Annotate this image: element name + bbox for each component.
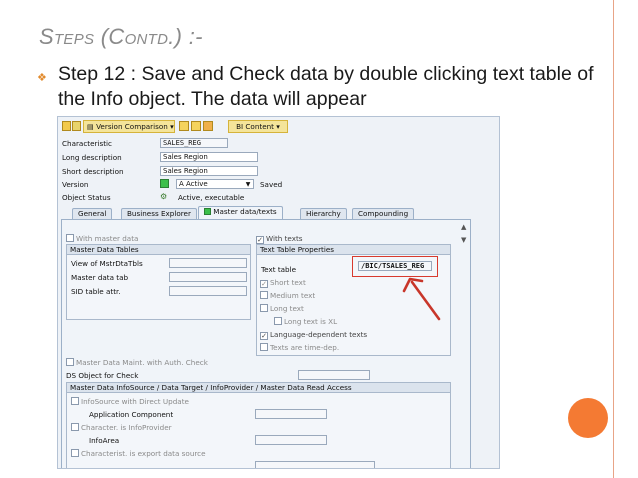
decorative-orange-circle: [568, 398, 608, 438]
tab-general[interactable]: General: [72, 208, 113, 219]
sid-table-attr-label: SID table attr.: [71, 287, 121, 296]
infoarea-label: InfoArea: [89, 436, 120, 445]
tab-compounding[interactable]: Compounding: [352, 208, 415, 219]
char-export-checkbox[interactable]: Characterist. is export data source: [71, 449, 206, 458]
infosource-direct-checkbox[interactable]: InfoSource with Direct Update: [71, 397, 189, 406]
characteristic-field[interactable]: SALES_REG: [160, 138, 228, 148]
master-data-tab-field[interactable]: [169, 272, 247, 282]
long-description-field[interactable]: Sales Region: [160, 152, 258, 162]
view-mstrdtatbls-field[interactable]: [169, 258, 247, 268]
version-select[interactable]: A Active ▼: [176, 179, 254, 189]
bullet-text: Step 12 : Save and Check data by double …: [58, 63, 594, 110]
master-data-tab-label: Master data tab: [71, 273, 129, 282]
long-text-xl-checkbox[interactable]: Long text is XL: [274, 317, 337, 326]
chevron-down-icon: ▼: [245, 181, 251, 188]
red-pointer-arrow: [402, 277, 441, 321]
application-component-label: Application Component: [89, 410, 174, 419]
language-dependent-checkbox[interactable]: ✓ Language-dependent texts: [260, 330, 367, 340]
tab-master-data-texts[interactable]: Master data/texts: [198, 206, 283, 219]
scroll-up-icon[interactable]: ▲: [461, 223, 469, 231]
object-status-value: Active, executable: [178, 193, 245, 202]
short-text-checkbox[interactable]: ✓ Short text: [260, 278, 306, 288]
toolbar-icon-1[interactable]: [62, 121, 71, 131]
export-field[interactable]: [255, 461, 375, 468]
slide-title: Steps (Contd.) :-: [39, 24, 203, 49]
char-infoprovider-checkbox[interactable]: Character. is InfoProvider: [71, 423, 172, 432]
version-status: Saved: [260, 180, 283, 189]
ds-object-label: DS Object for Check: [66, 371, 139, 380]
bullet-icon: ❖: [37, 72, 47, 84]
application-component-field[interactable]: [255, 409, 327, 419]
characteristic-label: Characteristic: [62, 139, 112, 148]
auth-check-checkbox[interactable]: Master Data Maint. with Auth. Check: [66, 358, 208, 367]
master-data-tables-group: Master Data Tables View of MstrDtaTbls M…: [66, 244, 251, 320]
sid-table-attr-field[interactable]: [169, 286, 247, 296]
tab-active-icon: [204, 208, 211, 215]
time-dependent-checkbox[interactable]: Texts are time-dep.: [260, 343, 339, 352]
tab-business-explorer[interactable]: Business Explorer: [121, 208, 197, 219]
executable-status-icon: ⚙: [160, 192, 168, 201]
short-description-label: Short description: [62, 167, 124, 176]
version-label: Version: [62, 180, 89, 189]
bi-content-button[interactable]: BI Content ▾: [228, 120, 288, 133]
text-table-label: Text table: [261, 265, 297, 274]
toolbar-icon-4[interactable]: [191, 121, 201, 131]
object-status-label: Object Status: [62, 193, 111, 202]
scroll-down-icon[interactable]: ▼: [461, 236, 469, 244]
text-table-field[interactable]: /BIC/TSALES_REG: [358, 261, 432, 271]
tab-hierarchy[interactable]: Hierarchy: [300, 208, 347, 219]
with-master-data-checkbox[interactable]: With master data: [66, 234, 138, 243]
infoarea-field[interactable]: [255, 435, 327, 445]
compare-icon: ▤: [87, 122, 97, 131]
toolbar-icon-2[interactable]: [72, 121, 81, 131]
toolbar-icon-3[interactable]: [179, 121, 189, 131]
ds-object-field[interactable]: [298, 370, 370, 380]
view-mstrdtatbls-label: View of MstrDtaTbls: [71, 259, 143, 268]
short-description-field[interactable]: Sales Region: [160, 166, 258, 176]
medium-text-checkbox[interactable]: Medium text: [260, 291, 315, 300]
master-data-texts-panel: With master data Master Data Tables View…: [61, 219, 471, 468]
infosource-group: Master Data InfoSource / Data Target / I…: [66, 382, 451, 468]
sap-infoobject-screenshot: ▤ Version Comparison ▾ BI Content ▾ Char…: [57, 116, 500, 469]
active-status-icon: [160, 179, 169, 188]
long-text-checkbox[interactable]: Long text: [260, 304, 304, 313]
long-description-label: Long description: [62, 153, 122, 162]
slide-border-line: [613, 0, 614, 478]
version-comparison-button[interactable]: ▤ Version Comparison ▾: [83, 120, 175, 133]
with-texts-checkbox[interactable]: ✓ With texts: [256, 234, 303, 244]
toolbar-icon-5[interactable]: [203, 121, 213, 131]
